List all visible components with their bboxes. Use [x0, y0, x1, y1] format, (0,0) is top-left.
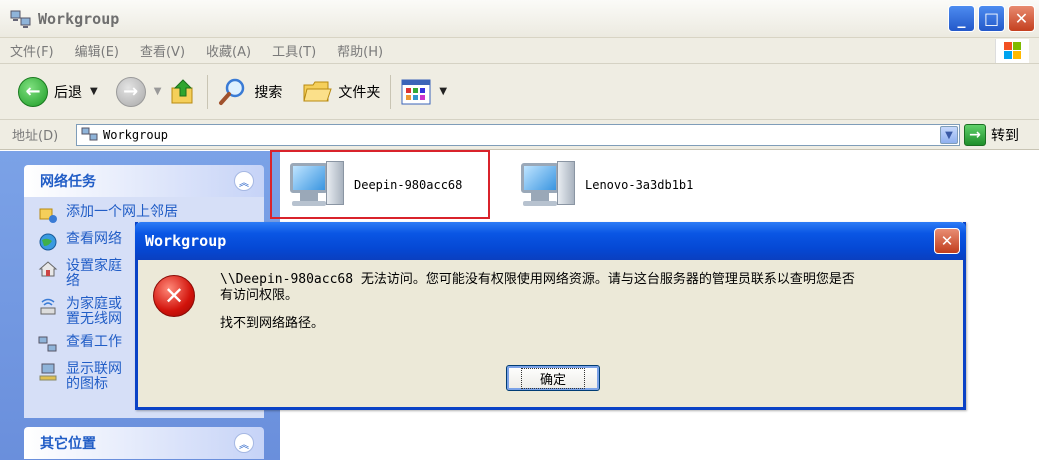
wireless-icon [38, 297, 58, 317]
menu-help[interactable]: 帮助(H) [337, 41, 383, 60]
windows-logo-icon [995, 39, 1029, 63]
maximize-button[interactable]: □ [978, 5, 1005, 32]
folders-button[interactable]: 文件夹 [298, 72, 384, 112]
menu-bar: 文件(F) 编辑(E) 查看(V) 收藏(A) 工具(T) 帮助(H) [0, 38, 1039, 64]
error-icon: ✕ [153, 275, 195, 317]
go-label: 转到 [991, 128, 1019, 144]
window-title: Workgroup [38, 9, 120, 28]
dialog-titlebar: Workgroup ✕ [135, 222, 966, 260]
search-label: 搜索 [254, 84, 283, 101]
folders-label: 文件夹 [338, 84, 381, 101]
menu-favorites[interactable]: 收藏(A) [206, 41, 251, 60]
other-places-title: 其它位置 [40, 436, 96, 452]
views-icon [401, 79, 431, 105]
go-arrow-icon: → [964, 124, 986, 146]
address-bar: 地址(D) Workgroup ▼ → 转到 [0, 120, 1039, 150]
menu-view[interactable]: 查看(V) [140, 41, 185, 60]
forward-arrow-icon: → [115, 76, 146, 107]
dialog-message: \\Deepin-980acc68 无法访问。您可能没有权限使用网络资源。请与这… [220, 272, 950, 332]
back-label: 后退 [54, 84, 82, 101]
computer-name: Lenovo-3a3db1b1 [585, 178, 694, 192]
views-dropdown-icon[interactable]: ▼ [439, 86, 447, 97]
up-folder-button[interactable] [165, 72, 201, 112]
close-icon: ✕ [940, 232, 954, 250]
home-network-icon [38, 259, 58, 279]
minimize-button[interactable]: _ [948, 5, 975, 32]
error-dialog: Workgroup ✕ ✕ \\Deepin-980acc68 无法访问。您可能… [135, 222, 966, 410]
close-icon: ✕ [1014, 9, 1029, 28]
close-button[interactable]: ✕ [1008, 5, 1035, 32]
add-network-place-icon [38, 205, 58, 225]
workgroup-icon [38, 335, 58, 355]
dialog-close-button[interactable]: ✕ [934, 228, 960, 254]
network-computers-icon [10, 9, 32, 29]
toolbar-separator [207, 74, 209, 109]
computer-item-lenovo[interactable]: Lenovo-3a3db1b1 [517, 157, 693, 213]
selection-highlight [270, 150, 490, 219]
back-arrow-icon: ← [18, 76, 48, 107]
back-dropdown-icon[interactable]: ▼ [90, 86, 98, 97]
toolbar-separator [390, 74, 392, 109]
ok-label: 确定 [520, 367, 585, 389]
network-device-icon [38, 362, 58, 382]
views-button[interactable]: ▼ [397, 72, 451, 112]
search-icon [218, 77, 248, 107]
globe-icon [38, 232, 58, 252]
toolbar: ← 后退 ▼ → ▼ 搜索 文件夹 ▼ [0, 64, 1039, 120]
dialog-message-line2: 找不到网络路径。 [220, 316, 325, 331]
collapse-icon[interactable]: ︽ [234, 433, 254, 453]
forward-button[interactable]: → ▼ [112, 72, 166, 112]
menu-file[interactable]: 文件(F) [10, 41, 54, 60]
address-value: Workgroup [103, 128, 169, 142]
collapse-icon[interactable]: ︽ [234, 171, 254, 191]
network-tasks-title: 网络任务 [40, 174, 96, 190]
minimize-icon: _ [957, 9, 966, 28]
other-places-panel: 其它位置 ︽ [24, 427, 264, 459]
address-input[interactable]: Workgroup ▼ [76, 124, 960, 146]
network-tasks-header[interactable]: 网络任务 ︽ [24, 165, 264, 197]
window-titlebar: Workgroup _ □ ✕ [0, 0, 1039, 38]
up-folder-icon [169, 78, 197, 106]
folder-icon [302, 77, 333, 107]
address-dropdown-icon[interactable]: ▼ [940, 126, 958, 144]
menu-edit[interactable]: 编辑(E) [75, 41, 119, 60]
dialog-message-line1: \\Deepin-980acc68 无法访问。您可能没有权限使用网络资源。请与这… [220, 272, 855, 287]
address-label: 地址(D) [12, 129, 59, 144]
other-places-header[interactable]: 其它位置 ︽ [24, 427, 264, 459]
computer-icon [517, 157, 579, 213]
ok-button[interactable]: 确定 [506, 365, 600, 391]
menu-tools[interactable]: 工具(T) [272, 41, 316, 60]
go-button[interactable]: → 转到 [964, 124, 1019, 146]
back-button[interactable]: ← 后退 ▼ [14, 72, 102, 112]
forward-dropdown-icon[interactable]: ▼ [154, 86, 162, 97]
dialog-message-line1b: 有访问权限。 [220, 288, 299, 303]
dialog-title: Workgroup [145, 232, 227, 250]
search-button[interactable]: 搜索 [214, 72, 286, 112]
maximize-icon: □ [983, 9, 1000, 28]
network-computers-icon [81, 127, 99, 143]
